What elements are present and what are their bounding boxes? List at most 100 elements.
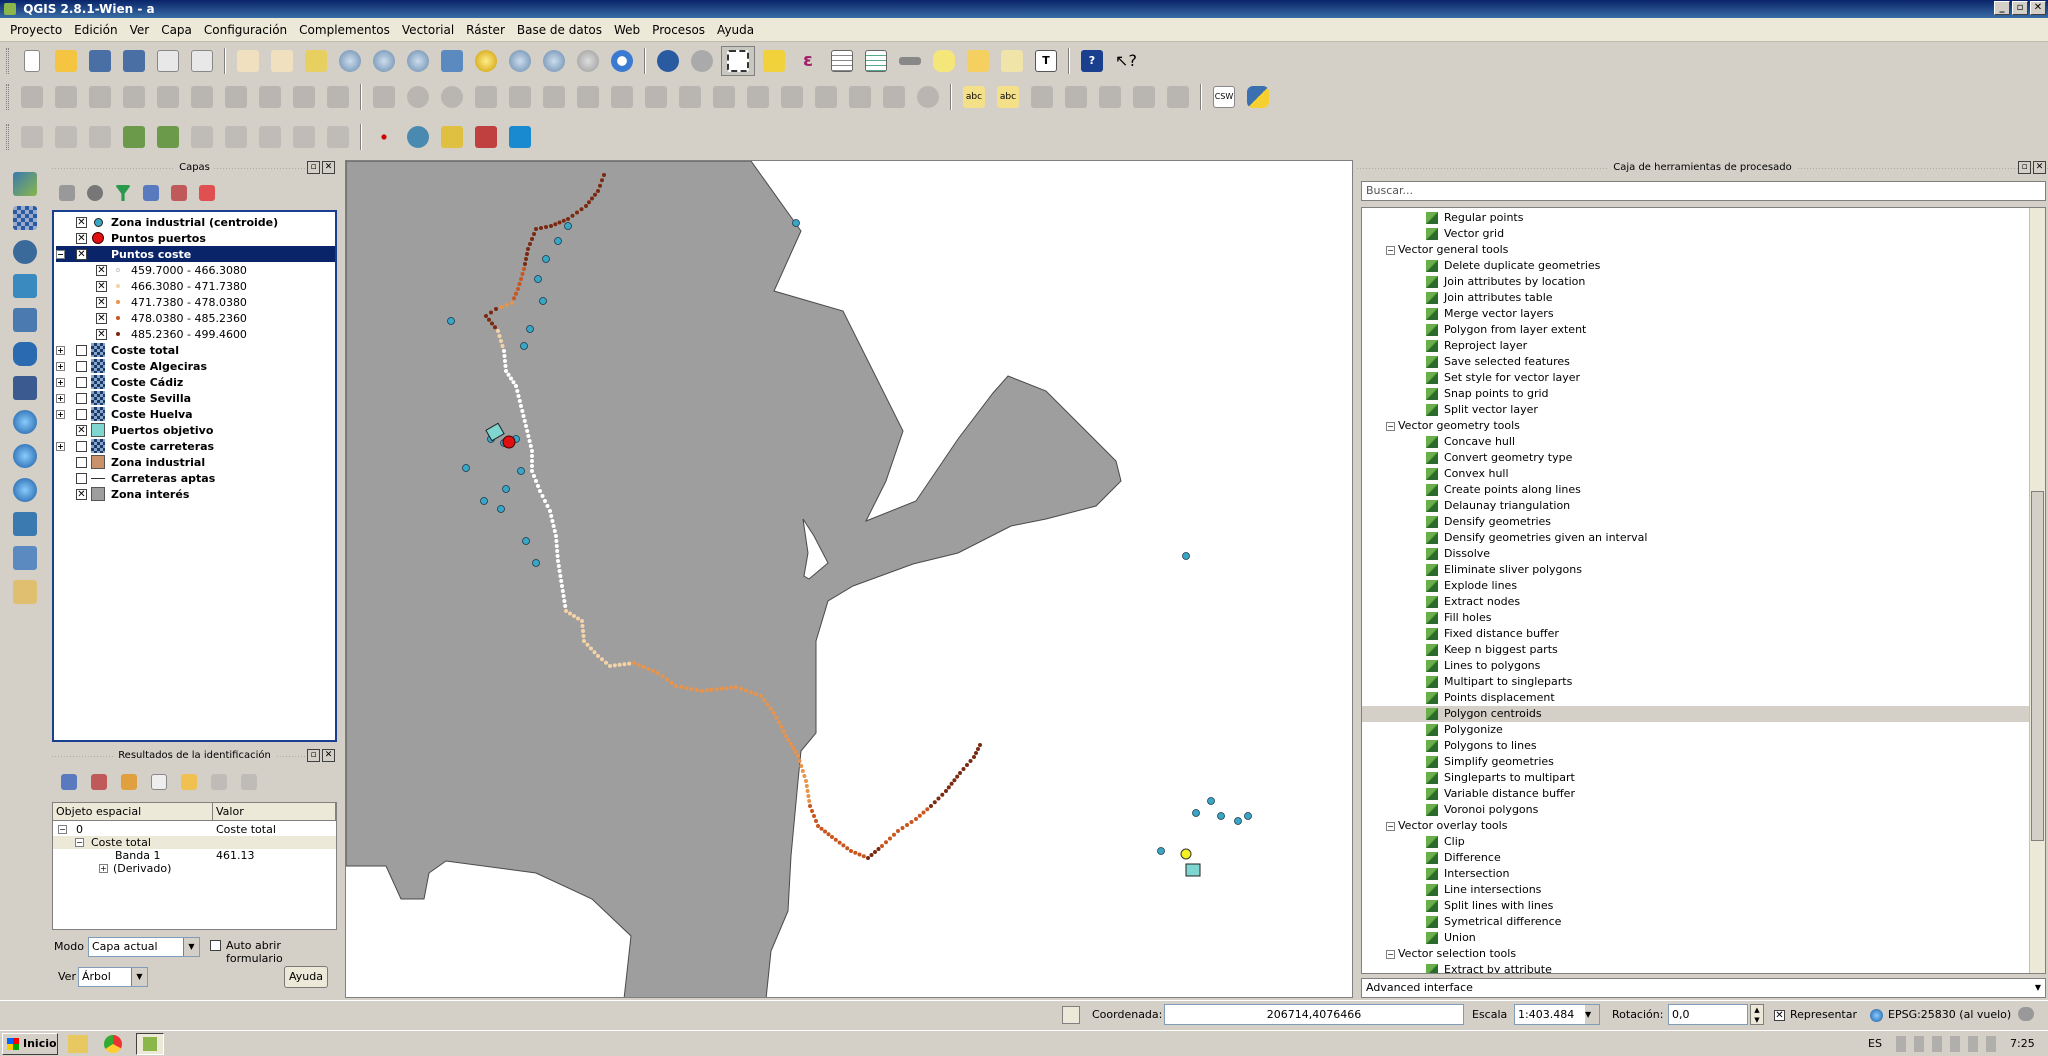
menu-base-de-datos[interactable]: Base de datos: [511, 23, 608, 37]
reshape-button[interactable]: [709, 82, 739, 112]
processing-algorithm[interactable]: Keep n biggest parts: [1426, 642, 1558, 658]
close-panel-button[interactable]: ✕: [322, 161, 335, 174]
save-project-button[interactable]: [85, 46, 115, 76]
table-row[interactable]: Banda 1 461.13: [53, 849, 336, 862]
industrial-centroid-point[interactable]: [542, 255, 550, 263]
processing-algorithm[interactable]: Union: [1426, 930, 1476, 946]
processing-algorithm[interactable]: Extract by attribute: [1426, 962, 1552, 973]
menu-raster[interactable]: Ráster: [460, 23, 511, 37]
layer-checkbox[interactable]: ✕: [76, 488, 87, 500]
industrial-centroid-point[interactable]: [497, 505, 505, 513]
industrial-centroid-point[interactable]: [564, 222, 572, 230]
copy-features-button[interactable]: [289, 82, 319, 112]
text-annotation-button[interactable]: T: [1031, 46, 1061, 76]
save-as-button[interactable]: [119, 46, 149, 76]
processing-algorithm[interactable]: Clip: [1426, 834, 1465, 850]
processing-algorithm[interactable]: Symetrical difference: [1426, 914, 1561, 930]
paste-features-button[interactable]: [323, 82, 353, 112]
industrial-centroid-point[interactable]: [502, 485, 510, 493]
toggle-editing-button[interactable]: [51, 82, 81, 112]
layer-puntos-coste[interactable]: − ✕ Puntos coste: [56, 246, 335, 262]
industrial-centroid-point[interactable]: [554, 237, 562, 245]
close-panel-button[interactable]: ✕: [322, 749, 335, 762]
menu-ver[interactable]: Ver: [124, 23, 156, 37]
raster-calc-button[interactable]: [471, 122, 501, 152]
processing-algorithm[interactable]: Vector grid: [1426, 226, 1504, 242]
identify-button[interactable]: [653, 46, 683, 76]
processing-algorithm[interactable]: Simplify geometries: [1426, 754, 1554, 770]
collapse-results-button[interactable]: [88, 771, 110, 793]
heatmap-button[interactable]: [505, 122, 535, 152]
layer-coste-total[interactable]: + Coste total: [56, 342, 179, 358]
layer-checkbox[interactable]: ✕: [76, 216, 87, 228]
layer-coste-carreteras[interactable]: + Coste carreteras: [56, 438, 214, 454]
processing-algorithm[interactable]: Densify geometries: [1426, 514, 1551, 530]
processing-group[interactable]: − Vector general tools: [1386, 242, 1508, 258]
menu-configuracion[interactable]: Configuración: [198, 23, 293, 37]
add-layer-4-button[interactable]: [119, 122, 149, 152]
industrial-centroid-point[interactable]: [462, 464, 470, 472]
processing-algorithm[interactable]: Eliminate sliver polygons: [1426, 562, 1582, 578]
explorer-taskbar-icon[interactable]: [68, 1035, 88, 1053]
add-layer-9-button[interactable]: [289, 122, 319, 152]
expand-all-button[interactable]: [140, 182, 162, 204]
industrial-centroid-point[interactable]: [1182, 552, 1190, 560]
processing-algorithm[interactable]: Densify geometries given an interval: [1426, 530, 1647, 546]
filter-legend-button[interactable]: [112, 182, 134, 204]
add-layer-8-button[interactable]: [255, 122, 285, 152]
georeferencer-button[interactable]: [369, 122, 399, 152]
collapse-all-button[interactable]: [168, 182, 190, 204]
add-wfs-layer-button[interactable]: [10, 475, 40, 505]
show-bookmarks-button[interactable]: [997, 46, 1027, 76]
layer-checkbox[interactable]: ✕: [76, 424, 87, 436]
fill-ring-button[interactable]: [607, 82, 637, 112]
copy-feature-button[interactable]: [208, 771, 230, 793]
chrome-taskbar-icon[interactable]: [104, 1035, 122, 1053]
merge-attributes-button[interactable]: [879, 82, 909, 112]
processing-algorithm[interactable]: Merge vector layers: [1426, 306, 1554, 322]
rotate-symbols-button[interactable]: [913, 82, 943, 112]
processing-group[interactable]: − Vector selection tools: [1386, 946, 1516, 962]
render-checkbox[interactable]: ✕: [1774, 1010, 1785, 1021]
layer-carreteras-aptas[interactable]: Carreteras aptas: [76, 470, 215, 486]
add-mssql-layer-button[interactable]: [10, 305, 40, 335]
industrial-centroid-point[interactable]: [534, 275, 542, 283]
processing-algorithm[interactable]: Polygon from layer extent: [1426, 322, 1586, 338]
composer-manager-button[interactable]: [187, 46, 217, 76]
processing-algorithm[interactable]: Convex hull: [1426, 466, 1509, 482]
expand-toggle[interactable]: +: [56, 361, 65, 371]
zoom-to-layer-button[interactable]: [505, 46, 535, 76]
statistics-button[interactable]: [861, 46, 891, 76]
add-ring-button[interactable]: [539, 82, 569, 112]
expand-toggle[interactable]: +: [56, 345, 65, 355]
processing-algorithm[interactable]: Split vector layer: [1426, 402, 1538, 418]
processing-algorithm[interactable]: Concave hull: [1426, 434, 1515, 450]
processing-algorithm[interactable]: Explode lines: [1426, 578, 1517, 594]
table-row[interactable]: − Coste total: [53, 836, 336, 849]
add-spatialite-layer-button[interactable]: [10, 271, 40, 301]
float-panel-button[interactable]: ▫: [307, 749, 320, 762]
add-layer-2-button[interactable]: [51, 122, 81, 152]
layer-checkbox[interactable]: [76, 392, 87, 404]
close-panel-button[interactable]: ✕: [2033, 161, 2046, 174]
table-row[interactable]: −0 Coste total: [53, 823, 336, 836]
new-spatialite-button[interactable]: [10, 577, 40, 607]
layer-style-button[interactable]: [56, 182, 78, 204]
processing-algorithm[interactable]: Fill holes: [1426, 610, 1491, 626]
industrial-centroid-point[interactable]: [522, 537, 530, 545]
layer-puertos-objetivo[interactable]: ✕ Puertos objetivo: [76, 422, 213, 438]
zoom-in-button[interactable]: [335, 46, 365, 76]
advanced-digitizing-button[interactable]: [369, 82, 399, 112]
float-panel-button[interactable]: ▫: [2018, 161, 2031, 174]
scrollbar-thumb[interactable]: [2031, 491, 2044, 841]
menu-complementos[interactable]: Complementos: [293, 23, 396, 37]
add-feature-button[interactable]: [119, 82, 149, 112]
processing-algorithm[interactable]: Line intersections: [1426, 882, 1541, 898]
messages-bubble-icon[interactable]: [2018, 1007, 2034, 1021]
language-indicator[interactable]: ES: [1868, 1034, 1882, 1054]
crs-globe-icon[interactable]: [1870, 1009, 1883, 1022]
layer-zona-interes[interactable]: ✕ Zona interés: [76, 486, 189, 502]
menu-capa[interactable]: Capa: [155, 23, 198, 37]
collapse-toggle[interactable]: −: [56, 249, 65, 259]
port-point-yellow[interactable]: [1180, 848, 1192, 860]
